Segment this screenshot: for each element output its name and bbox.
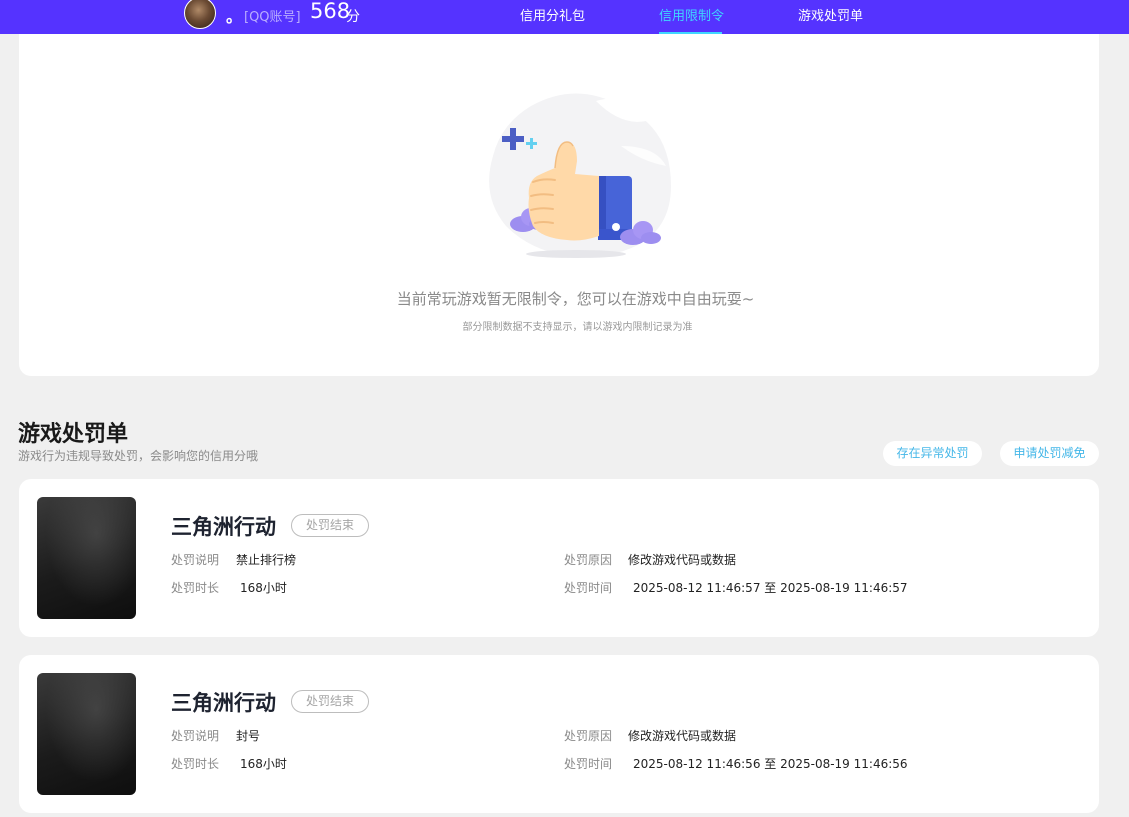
penalty-reason-label: 处罚原因 [564, 553, 613, 567]
penalty-time-label: 处罚时间 [564, 757, 613, 771]
penalty-desc-value: 封号 [236, 729, 261, 743]
tab-credit-limit[interactable]: 信用限制令 [659, 5, 724, 24]
tab-credit-gift[interactable]: 信用分礼包 [520, 5, 585, 24]
penalty-time-value: 2025-08-12 11:46:56 至 2025-08-19 11:46:5… [633, 757, 908, 771]
credit-score-unit: 分 [346, 9, 360, 25]
penalty-time-value: 2025-08-12 11:46:57 至 2025-08-19 11:46:5… [633, 581, 908, 595]
apply-penalty-reduction-button[interactable]: 申请处罚减免 [1000, 441, 1099, 466]
game-cover-image [37, 673, 136, 795]
penalty-desc-value: 禁止排行榜 [236, 553, 297, 567]
abnormal-penalty-button[interactable]: 存在异常处罚 [883, 441, 982, 466]
penalty-duration-value: 168小时 [240, 581, 287, 595]
penalty-section-title: 游戏处罚单 [18, 422, 129, 447]
penalty-reason-value: 修改游戏代码或数据 [628, 553, 737, 567]
penalty-reason-label: 处罚原因 [564, 729, 613, 743]
game-name: 三角洲行动 [171, 691, 276, 715]
penalty-desc-label: 处罚说明 [171, 553, 220, 567]
game-cover-image [37, 497, 136, 619]
no-limit-message: 当前常玩游戏暂无限制令，您可以在游戏中自由玩耍~ [396, 290, 755, 308]
penalty-desc-label: 处罚说明 [171, 729, 220, 743]
thumbs-up-icon [489, 93, 671, 258]
account-type-label: [QQ账号] [244, 10, 301, 25]
penalty-duration-label: 处罚时长 [171, 757, 220, 771]
penalty-duration-label: 处罚时长 [171, 581, 220, 595]
no-limit-note: 部分限制数据不支持显示，请以游戏内限制记录为准 [462, 322, 693, 333]
status-badge: 处罚结束 [291, 690, 369, 713]
status-badge: 处罚结束 [291, 514, 369, 537]
penalty-card[interactable]: 三角洲行动 处罚结束 处罚说明 禁止排行榜 处罚原因 修改游戏代码或数据 处罚时… [19, 479, 1099, 637]
credit-score: 568 [310, 0, 351, 23]
user-nickname: 。 [226, 7, 243, 26]
penalty-time-label: 处罚时间 [564, 581, 613, 595]
avatar[interactable] [184, 0, 216, 29]
penalty-section-description: 游戏行为违规导致处罚，会影响您的信用分哦 [18, 449, 259, 463]
penalty-duration-value: 168小时 [240, 757, 287, 771]
top-bar: 。 [QQ账号] 568 分 信用分礼包 信用限制令 游戏处罚单 [0, 0, 1129, 34]
limit-order-card: 当前常玩游戏暂无限制令，您可以在游戏中自由玩耍~ 部分限制数据不支持显示，请以游… [19, 34, 1099, 376]
tab-game-penalty[interactable]: 游戏处罚单 [798, 5, 863, 24]
penalty-reason-value: 修改游戏代码或数据 [628, 729, 737, 743]
penalty-card[interactable]: 三角洲行动 处罚结束 处罚说明 封号 处罚原因 修改游戏代码或数据 处罚时长 1… [19, 655, 1099, 813]
game-name: 三角洲行动 [171, 515, 276, 539]
